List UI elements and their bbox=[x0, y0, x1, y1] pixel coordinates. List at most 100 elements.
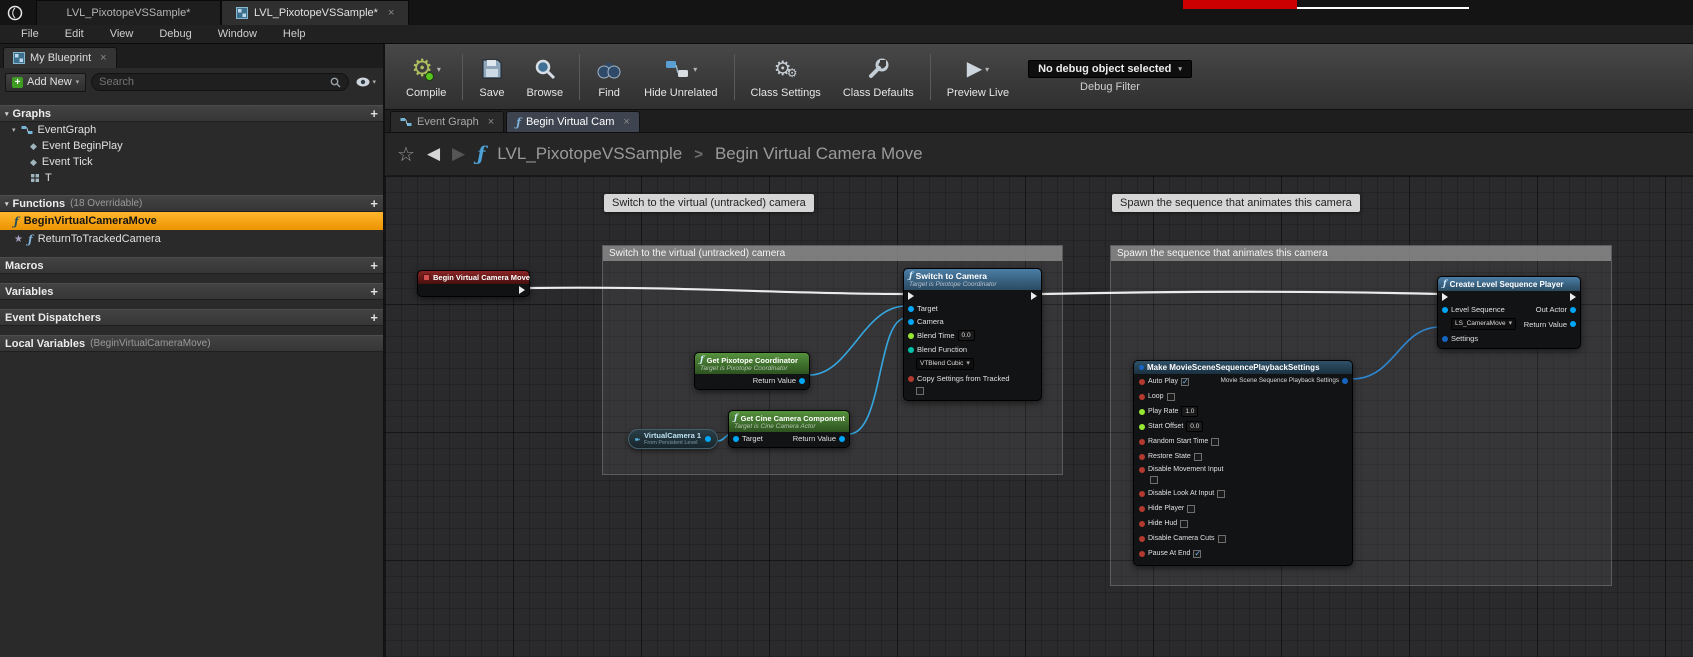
section-event-dispatchers[interactable]: Event Dispatchers + bbox=[0, 309, 383, 326]
add-function-button[interactable]: + bbox=[370, 197, 378, 210]
return-value-pin[interactable] bbox=[839, 436, 845, 442]
settings-pin[interactable] bbox=[1442, 336, 1448, 342]
value-field[interactable]: 0.0 bbox=[1186, 421, 1203, 432]
bool-pin[interactable] bbox=[1139, 521, 1145, 527]
section-functions[interactable]: ▾ Functions (18 Overridable) + bbox=[0, 195, 383, 212]
checkbox[interactable] bbox=[1211, 438, 1219, 446]
add-macro-button[interactable]: + bbox=[370, 259, 378, 272]
function-item-beginvirtualcameramove[interactable]: ƒ BeginVirtualCameraMove bbox=[0, 212, 383, 230]
node-switch-to-camera[interactable]: ƒ Switch to Camera Target is Pixotope Co… bbox=[903, 268, 1042, 401]
tree-item-event-tick[interactable]: ◆ Event Tick bbox=[0, 154, 383, 170]
close-icon[interactable]: × bbox=[388, 7, 394, 19]
return-value-pin[interactable] bbox=[1570, 321, 1576, 327]
search-input[interactable] bbox=[99, 76, 330, 88]
breadcrumb-current[interactable]: Begin Virtual Camera Move bbox=[715, 144, 923, 164]
menu-help[interactable]: Help bbox=[270, 28, 319, 40]
bool-pin[interactable] bbox=[1139, 491, 1145, 497]
checkbox[interactable] bbox=[1167, 393, 1175, 401]
level-sequence-asset-picker[interactable]: LS_CameraMove ▾ bbox=[1451, 318, 1516, 330]
menu-view[interactable]: View bbox=[97, 28, 147, 40]
checkbox[interactable] bbox=[1194, 453, 1202, 461]
node-create-level-sequence-player[interactable]: ƒ Create Level Sequence Player Level Seq… bbox=[1437, 276, 1581, 349]
favorite-star-icon[interactable]: ☆ bbox=[397, 142, 415, 167]
exec-out-pin[interactable] bbox=[1570, 293, 1576, 301]
target-pin[interactable] bbox=[908, 306, 914, 312]
node-get-pixotope-coordinator[interactable]: ƒ Get Pixotope Coordinator Target is Pix… bbox=[694, 352, 810, 390]
doc-tab-level-2[interactable]: LVL_PixotopeVSSample* × bbox=[221, 0, 409, 25]
exec-in-pin[interactable] bbox=[908, 292, 914, 300]
blend-time-pin[interactable] bbox=[908, 333, 914, 339]
search-box[interactable] bbox=[91, 73, 349, 91]
class-settings-button[interactable]: ⚙ ⚙ Class Settings bbox=[740, 44, 832, 109]
copy-settings-checkbox[interactable] bbox=[916, 387, 924, 395]
section-graphs[interactable]: ▾ Graphs + bbox=[0, 105, 383, 122]
tree-item-eventgraph[interactable]: ▾ EventGraph bbox=[0, 122, 383, 138]
bool-pin[interactable] bbox=[1139, 439, 1145, 445]
node-make-playback-settings[interactable]: Make MovieSceneSequencePlaybackSettings … bbox=[1133, 360, 1353, 566]
blend-function-pin[interactable] bbox=[908, 347, 914, 353]
doc-tab-level-1[interactable]: LVL_PixotopeVSSample* bbox=[36, 0, 221, 25]
bool-pin[interactable] bbox=[1139, 394, 1145, 400]
debug-object-select[interactable]: No debug object selected ▾ bbox=[1028, 60, 1192, 78]
float-pin[interactable] bbox=[1139, 409, 1145, 415]
output-pin[interactable] bbox=[705, 436, 711, 442]
checkbox[interactable] bbox=[1187, 505, 1195, 513]
save-button[interactable]: Save bbox=[468, 44, 515, 109]
filter-visibility-button[interactable]: ▾ bbox=[354, 77, 378, 87]
expander-icon[interactable]: ▾ bbox=[12, 126, 16, 134]
tab-begin-virtual-camera[interactable]: ƒ Begin Virtual Cam × bbox=[506, 111, 640, 132]
level-sequence-pin[interactable] bbox=[1442, 307, 1448, 313]
add-graph-button[interactable]: + bbox=[370, 107, 378, 120]
comment-title[interactable]: Spawn the sequence that animates this ca… bbox=[1111, 246, 1611, 261]
checkbox[interactable] bbox=[1193, 550, 1201, 558]
bool-pin[interactable] bbox=[1139, 506, 1145, 512]
checkbox[interactable] bbox=[1180, 520, 1188, 528]
comment-title[interactable]: Switch to the virtual (untracked) camera bbox=[603, 246, 1062, 261]
close-icon[interactable]: × bbox=[100, 52, 106, 64]
section-variables[interactable]: Variables + bbox=[0, 283, 383, 300]
back-arrow-icon[interactable]: ◀ bbox=[427, 144, 440, 164]
menu-debug[interactable]: Debug bbox=[146, 28, 204, 40]
target-pin[interactable] bbox=[733, 436, 739, 442]
function-item-returntotrackedcamera[interactable]: ★ ƒ ReturnToTrackedCamera bbox=[0, 230, 383, 248]
section-local-variables[interactable]: Local Variables (BeginVirtualCameraMove) bbox=[0, 335, 383, 352]
browse-button[interactable]: Browse bbox=[515, 44, 574, 109]
hide-unrelated-button[interactable]: ▾ Hide Unrelated bbox=[633, 44, 728, 109]
bool-pin[interactable] bbox=[1139, 379, 1145, 385]
forward-arrow-icon[interactable]: ▶ bbox=[452, 144, 465, 164]
expander-icon[interactable]: ▾ bbox=[5, 200, 9, 208]
add-variable-button[interactable]: + bbox=[370, 285, 378, 298]
add-event-dispatcher-button[interactable]: + bbox=[370, 311, 378, 324]
preview-live-button[interactable]: ▶ ▾ Preview Live bbox=[936, 44, 1020, 109]
checkbox[interactable] bbox=[1150, 476, 1158, 484]
node-virtual-camera-reference[interactable]: VirtualCamera 1 From Persistent Level bbox=[628, 429, 718, 449]
exec-out-pin[interactable] bbox=[1031, 292, 1037, 300]
section-macros[interactable]: Macros + bbox=[0, 257, 383, 274]
menu-edit[interactable]: Edit bbox=[52, 28, 97, 40]
node-begin-virtual-camera-move[interactable]: Begin Virtual Camera Move bbox=[417, 270, 530, 297]
checkbox[interactable] bbox=[1217, 490, 1225, 498]
class-defaults-button[interactable]: Class Defaults bbox=[832, 44, 925, 109]
out-actor-pin[interactable] bbox=[1570, 307, 1576, 313]
compile-button[interactable]: ⚙ ▾ Compile bbox=[395, 44, 457, 109]
add-new-button[interactable]: + Add New ▾ bbox=[5, 73, 86, 92]
tab-event-graph[interactable]: Event Graph × bbox=[390, 111, 504, 132]
close-icon[interactable]: × bbox=[623, 116, 629, 128]
camera-pin[interactable] bbox=[908, 319, 914, 325]
my-blueprint-tab[interactable]: My Blueprint × bbox=[3, 47, 117, 68]
close-icon[interactable]: × bbox=[488, 116, 494, 128]
bool-pin[interactable] bbox=[1139, 536, 1145, 542]
exec-out-pin[interactable] bbox=[519, 286, 525, 294]
menu-window[interactable]: Window bbox=[205, 28, 270, 40]
exec-in-pin[interactable] bbox=[1442, 293, 1448, 301]
expander-icon[interactable]: ▾ bbox=[5, 110, 9, 118]
chevron-down-icon[interactable]: ▾ bbox=[693, 65, 697, 74]
graph-canvas[interactable]: Switch to the virtual (untracked) camera… bbox=[385, 176, 1693, 657]
find-button[interactable]: Find bbox=[585, 44, 633, 109]
menu-file[interactable]: File bbox=[8, 28, 52, 40]
bool-pin[interactable] bbox=[1139, 454, 1145, 460]
node-get-cine-camera-component[interactable]: ƒ Get Cine Camera Component Target is Ci… bbox=[728, 410, 850, 448]
output-pin[interactable] bbox=[1342, 378, 1348, 384]
copy-settings-pin[interactable] bbox=[908, 376, 914, 382]
blend-time-value[interactable]: 0.0 bbox=[958, 330, 975, 341]
